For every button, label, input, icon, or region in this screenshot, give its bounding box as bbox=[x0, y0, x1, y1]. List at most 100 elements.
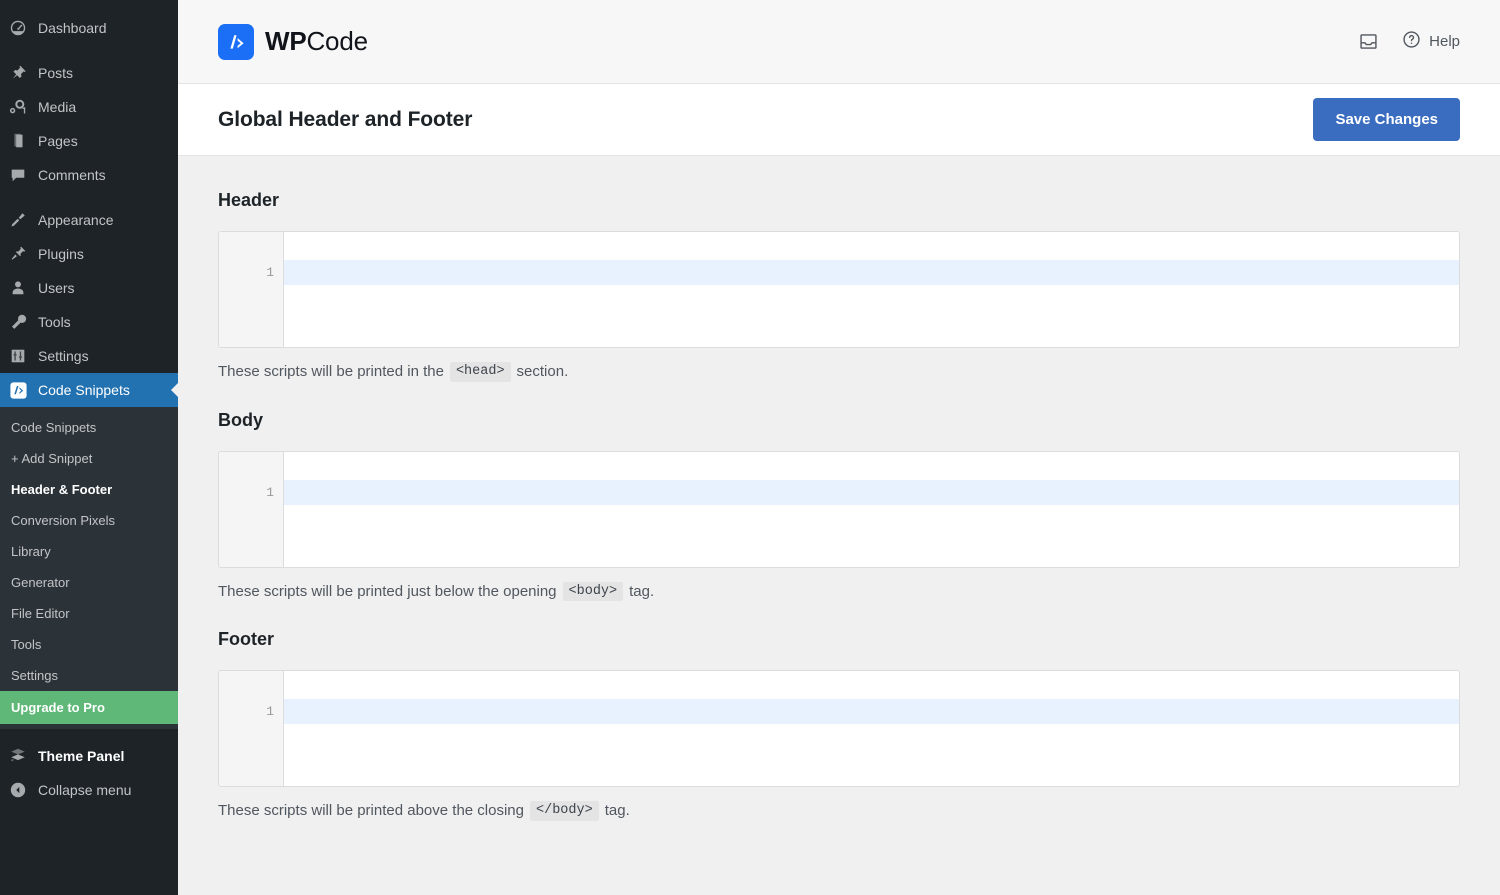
sidebar-item-posts[interactable]: Posts bbox=[0, 56, 178, 90]
sidebar-item-label: Users bbox=[38, 280, 75, 296]
sidebar-item-code-snippets[interactable]: Code Snippets bbox=[0, 373, 178, 407]
menu-group-spacer-2 bbox=[0, 192, 178, 203]
editor-lines[interactable] bbox=[284, 232, 1459, 347]
editor-gutter: 1 bbox=[219, 671, 284, 786]
wpcode-logo: WPCode bbox=[218, 23, 368, 60]
header-description: These scripts will be printed in the <he… bbox=[218, 362, 1460, 382]
sidebar-item-dashboard[interactable]: Dashboard bbox=[0, 11, 178, 45]
sidebar-item-tools[interactable]: Tools bbox=[0, 305, 178, 339]
section-title: Body bbox=[218, 409, 263, 430]
section-footer: Footer 1 These scripts will be printed a… bbox=[218, 629, 1460, 821]
section-body: Body 1 These scripts will be printed jus… bbox=[218, 409, 1460, 601]
line-number: 1 bbox=[266, 704, 274, 719]
comments-icon bbox=[0, 166, 36, 184]
pin-icon bbox=[0, 64, 36, 82]
sidebar-item-label: Tools bbox=[38, 314, 71, 330]
admin-sidebar: Dashboard Posts Media Pages Comments App… bbox=[0, 0, 178, 895]
sidebar-item-label: Settings bbox=[38, 348, 89, 364]
code-snippets-submenu: Code Snippets + Add Snippet Header & Foo… bbox=[0, 407, 178, 729]
sidebar-item-media[interactable]: Media bbox=[0, 90, 178, 124]
sidebar-item-label: Dashboard bbox=[38, 20, 107, 36]
submenu-item-header-footer[interactable]: Header & Footer bbox=[0, 474, 178, 505]
description-text-before: These scripts will be printed in the bbox=[218, 363, 444, 381]
sidebar-item-settings[interactable]: Settings bbox=[0, 339, 178, 373]
header-code-editor[interactable]: 1 bbox=[218, 231, 1460, 348]
submenu-item-upgrade-to-pro[interactable]: Upgrade to Pro bbox=[0, 691, 178, 724]
app-topbar: WPCode Help bbox=[178, 0, 1500, 84]
submenu-item-tools[interactable]: Tools bbox=[0, 629, 178, 660]
sidebar-item-users[interactable]: Users bbox=[0, 271, 178, 305]
line-number: 1 bbox=[266, 265, 274, 280]
menu-top-spacer bbox=[0, 0, 178, 11]
body-description: These scripts will be printed just below… bbox=[218, 581, 1460, 601]
sidebar-item-comments[interactable]: Comments bbox=[0, 158, 178, 192]
submenu-item-library[interactable]: Library bbox=[0, 536, 178, 567]
sidebar-bottom-group: Theme Panel Collapse menu bbox=[0, 729, 178, 807]
sidebar-item-pages[interactable]: Pages bbox=[0, 124, 178, 158]
footer-description: These scripts will be printed above the … bbox=[218, 801, 1460, 821]
settings-sections: Header 1 These scripts will be printed i… bbox=[178, 156, 1500, 821]
sidebar-item-label: Theme Panel bbox=[38, 748, 125, 764]
help-link[interactable]: Help bbox=[1401, 29, 1460, 54]
sidebar-item-label: Pages bbox=[38, 133, 78, 149]
page-title: Global Header and Footer bbox=[218, 107, 473, 131]
sidebar-item-appearance[interactable]: Appearance bbox=[0, 203, 178, 237]
code-snippets-icon bbox=[0, 381, 36, 400]
description-code-tag: <body> bbox=[562, 581, 624, 601]
wpcode-logo-light: Code bbox=[306, 26, 368, 56]
section-title: Footer bbox=[218, 629, 274, 649]
description-code-tag: </body> bbox=[530, 801, 599, 821]
tools-icon bbox=[0, 313, 36, 331]
sidebar-item-label: Comments bbox=[38, 167, 106, 183]
submenu-item-code-snippets[interactable]: Code Snippets bbox=[0, 412, 178, 443]
description-text-after: section. bbox=[516, 363, 569, 381]
body-code-editor[interactable]: 1 bbox=[218, 450, 1460, 568]
collapse-icon bbox=[0, 781, 36, 799]
menu-group-spacer-1 bbox=[0, 45, 178, 56]
footer-code-editor[interactable]: 1 bbox=[218, 670, 1460, 787]
description-text-after: tag. bbox=[604, 802, 630, 820]
main-content: WPCode Help Global Header and Footer Sav… bbox=[178, 0, 1500, 895]
dashboard-icon bbox=[0, 19, 36, 37]
line-number: 1 bbox=[266, 484, 274, 500]
wpcode-logo-mark bbox=[218, 23, 254, 60]
theme-panel-icon bbox=[0, 747, 36, 765]
active-line-highlight bbox=[284, 479, 1459, 505]
description-text-before: These scripts will be printed above the … bbox=[218, 802, 524, 820]
help-label: Help bbox=[1429, 33, 1460, 50]
inbox-icon[interactable] bbox=[1358, 31, 1379, 52]
sidebar-item-theme-panel[interactable]: Theme Panel bbox=[0, 739, 178, 773]
sidebar-item-label: Media bbox=[38, 99, 77, 115]
editor-gutter: 1 bbox=[219, 451, 284, 567]
submenu-item-file-editor[interactable]: File Editor bbox=[0, 598, 178, 629]
section-title: Header bbox=[218, 190, 280, 210]
collapse-menu-label: Collapse menu bbox=[38, 782, 132, 798]
media-icon bbox=[0, 98, 36, 116]
collapse-menu-button[interactable]: Collapse menu bbox=[0, 773, 178, 807]
sidebar-item-label: Plugins bbox=[38, 246, 84, 262]
appearance-icon bbox=[0, 211, 36, 229]
submenu-item-settings[interactable]: Settings bbox=[0, 660, 178, 691]
sidebar-item-label: Appearance bbox=[38, 212, 114, 228]
wpcode-logo-bold: WP bbox=[265, 26, 307, 56]
page-titlebar: Global Header and Footer Save Changes bbox=[178, 84, 1500, 156]
editor-lines[interactable] bbox=[284, 451, 1459, 567]
active-line-highlight bbox=[284, 260, 1459, 285]
submenu-item-generator[interactable]: Generator bbox=[0, 567, 178, 598]
pages-icon bbox=[0, 132, 36, 150]
save-changes-button[interactable]: Save Changes bbox=[1313, 98, 1460, 141]
active-line-highlight bbox=[284, 699, 1459, 724]
editor-gutter: 1 bbox=[219, 232, 284, 347]
description-code-tag: <head> bbox=[449, 362, 511, 382]
wpcode-logo-text: WPCode bbox=[265, 26, 368, 57]
submenu-item-conversion-pixels[interactable]: Conversion Pixels bbox=[0, 505, 178, 536]
users-icon bbox=[0, 279, 36, 297]
description-text-after: tag. bbox=[629, 582, 655, 600]
description-text-before: These scripts will be printed just below… bbox=[218, 582, 557, 600]
topbar-actions: Help bbox=[1358, 29, 1460, 54]
submenu-item-add-snippet[interactable]: + Add Snippet bbox=[0, 443, 178, 474]
sidebar-item-plugins[interactable]: Plugins bbox=[0, 237, 178, 271]
section-header: Header 1 These scripts will be printed i… bbox=[218, 190, 1460, 382]
editor-lines[interactable] bbox=[284, 671, 1459, 786]
plugins-icon bbox=[0, 245, 36, 263]
